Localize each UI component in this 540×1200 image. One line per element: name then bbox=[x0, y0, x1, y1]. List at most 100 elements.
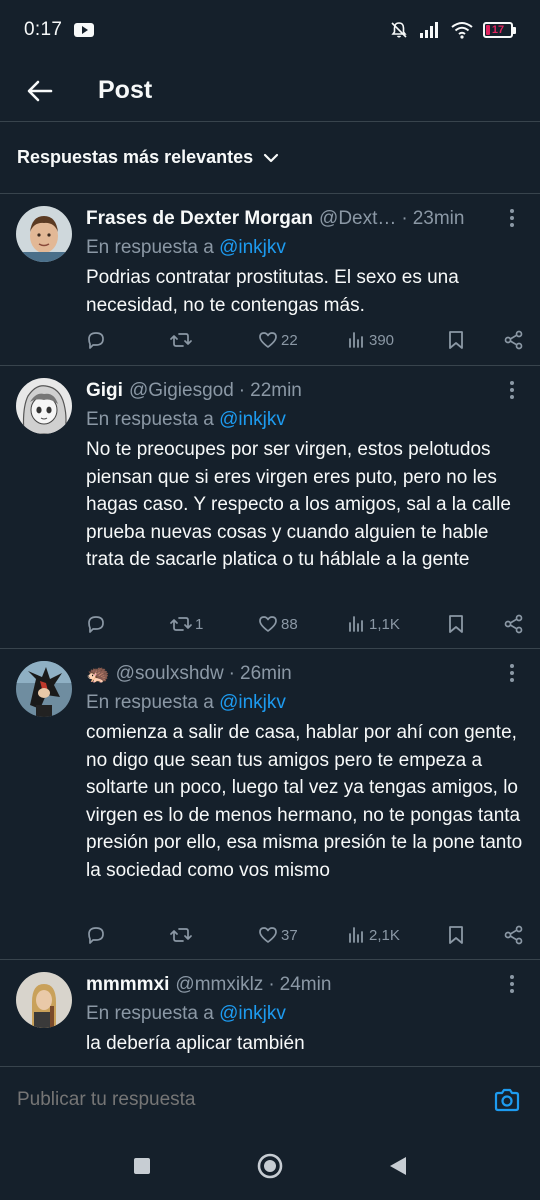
share-button[interactable] bbox=[504, 614, 524, 634]
system-nav-bar bbox=[0, 1132, 540, 1200]
reply-item[interactable]: mmmmxi @mmxiklz · 24min En respuesta a @… bbox=[0, 960, 540, 1066]
reply-button[interactable] bbox=[86, 614, 170, 634]
bookmark-button[interactable] bbox=[448, 330, 480, 350]
mention-link[interactable]: @inkjkv bbox=[219, 409, 286, 430]
in-reply-to: En respuesta a @inkjkv bbox=[86, 409, 524, 431]
share-button[interactable] bbox=[504, 330, 524, 350]
reply-button[interactable] bbox=[86, 925, 170, 945]
battery-level: 17 bbox=[491, 24, 505, 36]
comment-icon bbox=[88, 927, 104, 944]
back-button[interactable] bbox=[24, 75, 56, 107]
reply-text: comienza a salir de casa, hablar por ahí… bbox=[86, 722, 523, 881]
view-count: 2,1K bbox=[369, 926, 400, 944]
retweet-button[interactable]: 1 bbox=[170, 614, 258, 634]
in-reply-prefix: En respuesta a bbox=[86, 1003, 214, 1024]
views-button[interactable]: 390 bbox=[348, 331, 448, 349]
retweet-count: 1 bbox=[195, 615, 204, 633]
status-bar: 0:17 17 bbox=[0, 0, 540, 60]
more-options-button[interactable] bbox=[500, 661, 524, 685]
timestamp: 26min bbox=[240, 663, 292, 684]
reply-input[interactable] bbox=[17, 1088, 491, 1111]
retweet-button[interactable] bbox=[170, 925, 258, 945]
signal-icon bbox=[420, 22, 438, 38]
camera-button[interactable] bbox=[491, 1084, 523, 1116]
avatar[interactable] bbox=[16, 378, 72, 434]
more-vertical-icon bbox=[510, 664, 514, 682]
display-name[interactable]: Gigi bbox=[86, 380, 123, 402]
sort-selector[interactable]: Respuestas más relevantes bbox=[0, 122, 540, 194]
reply-button[interactable] bbox=[86, 330, 170, 350]
display-name[interactable]: 🦔 bbox=[86, 662, 110, 686]
views-button[interactable]: 2,1K bbox=[348, 926, 448, 944]
like-count: 88 bbox=[281, 615, 298, 633]
avatar[interactable] bbox=[16, 661, 72, 717]
like-button[interactable]: 22 bbox=[258, 331, 348, 349]
views-chart-icon bbox=[349, 616, 363, 632]
mention-link[interactable]: @inkjkv bbox=[219, 1003, 286, 1024]
chevron-down-icon bbox=[263, 153, 279, 163]
like-button[interactable]: 88 bbox=[258, 615, 348, 633]
back-nav-button[interactable] bbox=[378, 1146, 418, 1186]
reply-text: la debería aplicar también bbox=[86, 1033, 305, 1054]
like-button[interactable]: 37 bbox=[258, 926, 348, 944]
avatar[interactable] bbox=[16, 972, 72, 1028]
more-options-button[interactable] bbox=[500, 378, 524, 402]
bookmark-button[interactable] bbox=[448, 614, 480, 634]
more-options-button[interactable] bbox=[500, 206, 524, 230]
share-icon bbox=[504, 614, 523, 634]
more-vertical-icon bbox=[510, 975, 514, 993]
youtube-icon bbox=[74, 23, 95, 37]
home-button[interactable] bbox=[250, 1146, 290, 1186]
timestamp: 22min bbox=[250, 380, 302, 401]
more-options-button[interactable] bbox=[500, 972, 524, 996]
handle: @soulxshdw bbox=[115, 663, 224, 684]
reply-item[interactable]: 🦔 @soulxshdw · 26min En respuesta a @ink… bbox=[0, 649, 540, 960]
battery-icon: 17 bbox=[483, 22, 516, 38]
separator-dot: · bbox=[238, 380, 246, 401]
handle: @Gigiesgod bbox=[128, 380, 234, 401]
circle-icon bbox=[257, 1153, 283, 1179]
mention-link[interactable]: @inkjkv bbox=[219, 692, 286, 713]
in-reply-prefix: En respuesta a bbox=[86, 409, 214, 430]
in-reply-to: En respuesta a @inkjkv bbox=[86, 237, 524, 259]
wifi-icon bbox=[451, 22, 473, 39]
handle: @mmxiklz bbox=[175, 974, 264, 995]
in-reply-prefix: En respuesta a bbox=[86, 237, 214, 258]
bookmark-icon bbox=[449, 615, 463, 633]
recents-button[interactable] bbox=[122, 1146, 162, 1186]
separator-dot: · bbox=[228, 663, 235, 684]
views-chart-icon bbox=[349, 332, 363, 348]
arrow-left-icon bbox=[27, 80, 53, 101]
views-button[interactable]: 1,1K bbox=[348, 615, 448, 633]
retweet-icon bbox=[170, 928, 192, 942]
mention-link[interactable]: @inkjkv bbox=[219, 237, 286, 258]
reply-item[interactable]: Gigi @Gigiesgod · 22min En respuesta a @… bbox=[0, 366, 540, 649]
battery-fill bbox=[486, 25, 491, 35]
heart-icon bbox=[259, 927, 277, 943]
share-button[interactable] bbox=[504, 925, 524, 945]
square-icon bbox=[134, 1158, 150, 1174]
display-name[interactable]: mmmmxi bbox=[86, 974, 169, 996]
view-count: 1,1K bbox=[369, 615, 400, 633]
retweet-icon bbox=[170, 333, 192, 347]
reply-text: No te preocupes por ser virgen, estos pe… bbox=[86, 439, 511, 570]
separator-dot: · bbox=[268, 974, 275, 995]
bookmark-button[interactable] bbox=[448, 925, 480, 945]
action-bar: 22 390 bbox=[86, 325, 524, 355]
more-vertical-icon bbox=[510, 209, 514, 227]
more-vertical-icon bbox=[510, 381, 514, 399]
in-reply-to: En respuesta a @inkjkv bbox=[86, 692, 524, 714]
separator-dot: · bbox=[401, 208, 408, 229]
retweet-icon bbox=[170, 617, 192, 631]
heart-icon bbox=[259, 616, 277, 632]
top-bar: Post bbox=[0, 60, 540, 122]
in-reply-to: En respuesta a @inkjkv bbox=[86, 1003, 524, 1025]
avatar[interactable] bbox=[16, 206, 72, 262]
reply-item[interactable]: Frases de Dexter Morgan @Dext… · 23min E… bbox=[0, 194, 540, 366]
share-icon bbox=[504, 925, 523, 945]
status-time: 0:17 bbox=[24, 19, 63, 40]
display-name[interactable]: Frases de Dexter Morgan bbox=[86, 208, 313, 230]
retweet-button[interactable] bbox=[170, 330, 258, 350]
heart-icon bbox=[259, 332, 277, 348]
bookmark-icon bbox=[449, 331, 463, 349]
